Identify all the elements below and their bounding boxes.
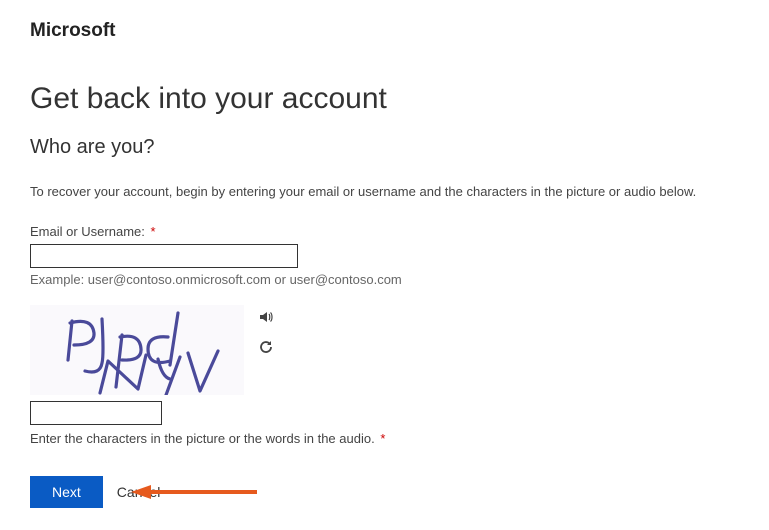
captcha-hint: Enter the characters in the picture or t…: [30, 431, 739, 446]
page-title: Get back into your account: [30, 82, 739, 116]
email-label-text: Email or Username:: [30, 224, 145, 239]
email-hint: Example: user@contoso.onmicrosoft.com or…: [30, 272, 739, 287]
subtitle: Who are you?: [30, 136, 739, 159]
refresh-icon[interactable]: [258, 339, 274, 355]
next-button[interactable]: Next: [30, 476, 103, 508]
email-label: Email or Username: *: [30, 224, 739, 239]
captcha-image: [30, 305, 244, 395]
captcha-controls: [258, 305, 274, 355]
captcha-hint-text: Enter the characters in the picture or t…: [30, 431, 375, 446]
email-input[interactable]: [30, 244, 298, 268]
required-asterisk: *: [380, 431, 385, 446]
brand-logo: Microsoft: [30, 20, 739, 42]
captcha-section: [30, 305, 739, 395]
audio-icon[interactable]: [258, 309, 274, 325]
cancel-button[interactable]: Cancel: [107, 476, 171, 508]
captcha-glyphs: [30, 305, 244, 395]
required-asterisk: *: [151, 224, 156, 239]
instructions-text: To recover your account, begin by enteri…: [30, 184, 739, 199]
captcha-input[interactable]: [30, 401, 162, 425]
button-row: Next Cancel: [30, 476, 739, 508]
